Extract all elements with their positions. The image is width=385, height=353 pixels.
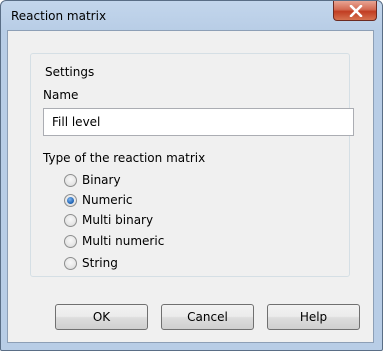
radio-label: String — [82, 256, 118, 270]
type-label: Type of the reaction matrix — [43, 151, 206, 165]
radio-button-selected[interactable] — [64, 194, 77, 207]
window-title: Reaction matrix — [11, 9, 107, 23]
title-bar[interactable]: Reaction matrix — [1, 1, 382, 32]
radio-button[interactable] — [64, 257, 77, 270]
help-button[interactable]: Help — [267, 304, 360, 330]
radio-label: Binary — [82, 173, 121, 187]
close-button[interactable] — [333, 1, 377, 21]
radio-label: Multi binary — [82, 213, 154, 227]
name-label: Name — [43, 88, 79, 102]
cancel-button[interactable]: Cancel — [161, 304, 254, 330]
radio-button[interactable] — [64, 174, 77, 187]
radio-label: Numeric — [82, 193, 133, 207]
radio-label: Multi numeric — [82, 234, 165, 248]
radio-button[interactable] — [64, 235, 77, 248]
settings-group-label: Settings — [43, 65, 97, 79]
name-input[interactable]: Fill level — [43, 108, 354, 136]
settings-groupbox — [30, 53, 350, 277]
radio-button[interactable] — [64, 214, 77, 227]
name-input-value: Fill level — [52, 115, 101, 129]
ok-button[interactable]: OK — [55, 304, 148, 330]
